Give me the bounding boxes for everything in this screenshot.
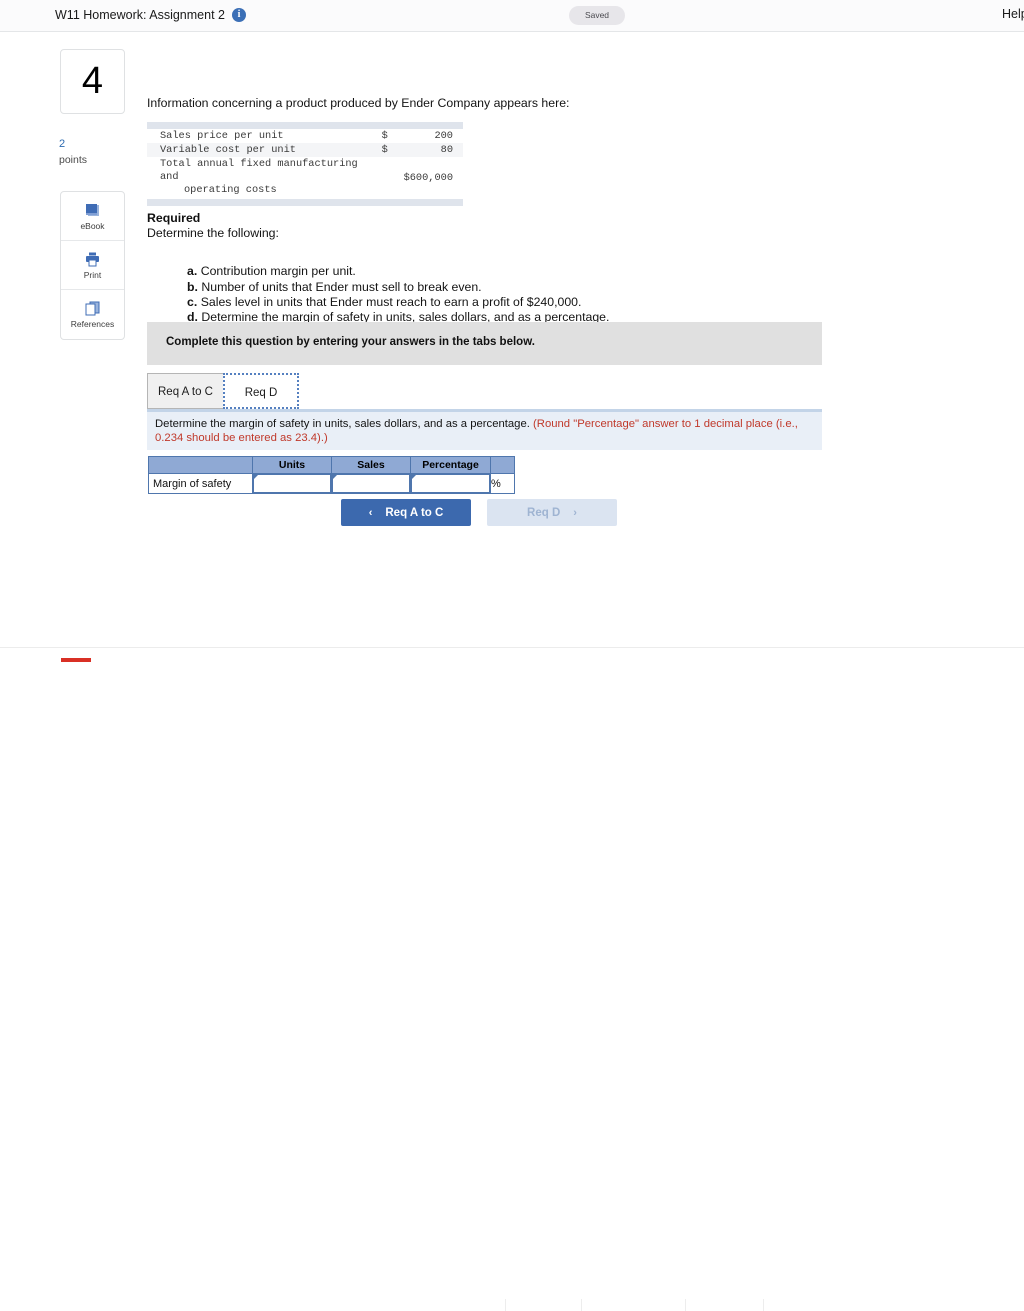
grid-corner-header xyxy=(148,456,253,474)
references-icon xyxy=(84,300,101,317)
points-value: 2 xyxy=(59,138,66,150)
question-number-box: 4 xyxy=(60,49,125,114)
table-row: Variable cost per unit $ 80 xyxy=(147,143,463,157)
print-label: Print xyxy=(83,269,102,280)
sales-input[interactable] xyxy=(332,474,410,493)
percent-sign-label: % xyxy=(490,473,515,494)
financial-data-table: Sales price per unit $ 200 Variable cost… xyxy=(147,122,463,206)
grid-blank-header xyxy=(490,456,515,474)
ebook-label: eBook xyxy=(80,220,105,231)
requirement-text: Contribution margin per unit. xyxy=(200,264,356,279)
table-row: Sales price per unit $ 200 xyxy=(147,129,463,143)
required-heading: Required xyxy=(147,211,201,225)
fin-row-value: $600,000 xyxy=(403,171,453,184)
print-button[interactable]: Print xyxy=(61,241,124,290)
complete-question-banner: Complete this question by entering your … xyxy=(147,322,822,365)
table-bottom-bar xyxy=(147,198,463,206)
fin-row-currency xyxy=(381,157,403,199)
fin-row-label-line1: Total annual fixed manufacturing and xyxy=(160,158,358,184)
instruction-strip: Determine the margin of safety in units,… xyxy=(147,412,822,450)
units-input[interactable] xyxy=(253,474,331,493)
column-header-units: Units xyxy=(252,456,332,474)
top-bar: W11 Homework: Assignment 2 i Saved Help xyxy=(0,0,1024,32)
table-top-bar xyxy=(147,122,463,129)
next-req-d-button[interactable]: Req D › xyxy=(487,499,617,526)
cell-sales xyxy=(331,473,411,494)
next-button-label: Req D xyxy=(527,506,561,519)
fin-row-label-line2: operating costs xyxy=(184,184,277,197)
references-label: References xyxy=(70,319,115,329)
row-label-margin-of-safety: Margin of safety xyxy=(148,473,253,494)
fin-row-currency: $ xyxy=(381,130,388,142)
requirement-text: Number of units that Ender must sell to … xyxy=(201,279,482,294)
complete-question-text: Complete this question by entering your … xyxy=(166,336,535,348)
help-link[interactable]: Help xyxy=(1002,7,1024,21)
requirement-letter: b. xyxy=(187,279,198,294)
question-intro-text: Information concerning a product produce… xyxy=(147,96,570,110)
list-item: a. Contribution margin per unit. xyxy=(187,264,609,279)
fin-row-value: 200 xyxy=(434,130,453,142)
requirement-text: Sales level in units that Ender must rea… xyxy=(200,294,582,309)
fin-row-label: Variable cost per unit xyxy=(147,143,381,157)
instruction-main-text: Determine the margin of safety in units,… xyxy=(155,418,530,430)
requirement-letter: a. xyxy=(187,264,198,279)
answer-grid: Units Sales Percentage Margin of safety … xyxy=(148,456,515,494)
percentage-input[interactable] xyxy=(411,474,490,493)
required-subheading: Determine the following: xyxy=(147,226,279,240)
prev-req-a-to-c-button[interactable]: ‹ Req A to C xyxy=(341,499,471,526)
chevron-right-icon: › xyxy=(573,506,577,519)
toolbar-divider xyxy=(581,1299,582,1311)
info-icon[interactable]: i xyxy=(232,8,246,22)
bottom-accent-bar xyxy=(61,658,91,662)
toolbar-divider xyxy=(763,1299,764,1311)
fin-row-label: Sales price per unit xyxy=(160,130,284,142)
list-item: b. Number of units that Ender must sell … xyxy=(187,280,609,295)
references-button[interactable]: References xyxy=(61,290,124,339)
points-label: points xyxy=(59,154,88,166)
status-badge-saved: Saved xyxy=(569,6,625,25)
printer-icon xyxy=(84,251,101,268)
requirements-list: a. Contribution margin per unit. b. Numb… xyxy=(147,264,609,325)
column-header-sales: Sales xyxy=(331,456,411,474)
tab-req-a-to-c[interactable]: Req A to C xyxy=(147,373,224,409)
tab-strip: Req A to C Req D xyxy=(147,373,822,409)
fin-row-currency: $ xyxy=(380,143,403,157)
prev-button-label: Req A to C xyxy=(385,506,444,519)
requirement-letter: c. xyxy=(187,294,198,309)
column-header-percentage: Percentage xyxy=(410,456,491,474)
chevron-left-icon: ‹ xyxy=(368,506,373,519)
cell-units xyxy=(252,473,332,494)
ebook-button[interactable]: eBook xyxy=(61,192,124,241)
fin-row-value: 80 xyxy=(402,143,463,157)
question-number: 4 xyxy=(81,60,104,102)
assignment-title: W11 Homework: Assignment 2 xyxy=(55,8,225,22)
tool-stack: eBook Print References xyxy=(60,191,125,340)
table-header-row: Units Sales Percentage xyxy=(148,456,515,474)
ebook-icon xyxy=(84,202,101,219)
tab-req-d[interactable]: Req D xyxy=(223,373,299,409)
list-item: c. Sales level in units that Ender must … xyxy=(187,295,609,310)
table-row: Total annual fixed manufacturing and ope… xyxy=(147,157,463,199)
table-row: Margin of safety % xyxy=(148,473,515,494)
bottom-toolbar xyxy=(0,647,1024,1311)
toolbar-divider xyxy=(685,1299,686,1311)
cell-percentage xyxy=(410,473,491,494)
toolbar-divider xyxy=(505,1299,506,1311)
